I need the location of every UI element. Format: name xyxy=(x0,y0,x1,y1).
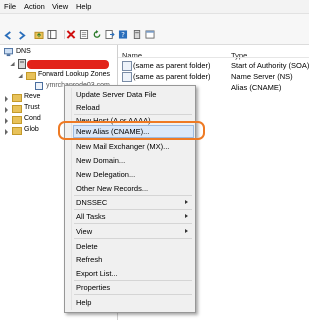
menu-item-reload[interactable]: Reload xyxy=(76,103,100,112)
menu-item-update-server-data-file[interactable]: Update Server Data File xyxy=(76,90,156,99)
submenu-arrow-icon xyxy=(185,214,188,218)
zone-icon xyxy=(35,82,43,90)
menu-bar: File Action View Help xyxy=(0,0,309,14)
menu-item-refresh[interactable]: Refresh xyxy=(76,255,102,264)
export-icon[interactable] xyxy=(105,30,115,39)
menu-item-dnssec[interactable]: DNSSEC xyxy=(76,198,107,207)
column-header-name[interactable]: Name xyxy=(122,51,142,60)
menu-item-new-domain[interactable]: New Domain... xyxy=(76,156,125,165)
column-header-type[interactable]: Type xyxy=(231,51,247,60)
record-type: Alias (CNAME) xyxy=(231,83,282,92)
show-hide-tree-icon[interactable] xyxy=(47,30,57,39)
expand-triangle-icon[interactable] xyxy=(18,73,25,81)
menu-item-export-list[interactable]: Export List... xyxy=(76,269,118,278)
context-menu: Update Server Data File Reload New Host … xyxy=(64,85,196,313)
expand-triangle-icon[interactable] xyxy=(5,96,8,102)
toolbar: ? xyxy=(0,14,309,45)
record-type: Name Server (NS) xyxy=(231,72,293,81)
new-record-icon[interactable] xyxy=(145,30,155,39)
menu-separator xyxy=(74,209,192,210)
tree-node-forward-lookup-zones[interactable]: Forward Lookup Zones xyxy=(38,71,110,78)
expand-triangle-icon[interactable] xyxy=(10,61,17,69)
tree-node-trust[interactable]: Trust xyxy=(24,104,40,111)
tree-node-reverse[interactable]: Reve xyxy=(24,93,40,100)
record-icon xyxy=(122,61,132,71)
menu-separator xyxy=(74,223,192,224)
menu-item-all-tasks[interactable]: All Tasks xyxy=(76,212,105,221)
forward-icon[interactable] xyxy=(17,31,26,40)
menu-item-new-delegation[interactable]: New Delegation... xyxy=(76,170,135,179)
folder-icon xyxy=(26,72,36,80)
folder-icon xyxy=(12,105,22,113)
folder-icon xyxy=(12,127,22,135)
record-type: Start of Authority (SOA) xyxy=(231,61,310,70)
record-name[interactable]: (same as parent folder) xyxy=(133,72,211,81)
back-icon[interactable] xyxy=(4,31,13,40)
expand-triangle-icon[interactable] xyxy=(5,107,8,113)
svg-text:?: ? xyxy=(121,30,125,39)
redacted-server-name xyxy=(27,60,109,69)
server-data-icon[interactable] xyxy=(132,30,142,39)
menu-item-properties[interactable]: Properties xyxy=(76,283,110,292)
menu-separator xyxy=(74,238,192,239)
menu-file[interactable]: File xyxy=(4,2,16,11)
menu-item-delete[interactable]: Delete xyxy=(76,242,98,251)
tree-node-dns[interactable]: DNS xyxy=(16,48,31,55)
submenu-arrow-icon xyxy=(185,229,188,233)
up-folder-icon[interactable] xyxy=(34,30,44,39)
help-icon[interactable]: ? xyxy=(118,30,128,39)
expand-triangle-icon[interactable] xyxy=(5,118,8,124)
menu-separator xyxy=(74,195,192,196)
folder-icon xyxy=(12,94,22,102)
dns-icon xyxy=(4,48,13,57)
menu-separator xyxy=(74,294,192,295)
expand-triangle-icon[interactable] xyxy=(5,129,8,135)
highlight-outline xyxy=(58,121,205,140)
tree-node-conditional[interactable]: Cond xyxy=(24,115,41,122)
delete-icon[interactable] xyxy=(66,30,76,39)
record-icon xyxy=(122,72,132,82)
server-icon xyxy=(18,59,26,69)
refresh-icon[interactable] xyxy=(92,30,102,39)
menu-separator xyxy=(74,280,192,281)
menu-item-new-mail-exchanger[interactable]: New Mail Exchanger (MX)... xyxy=(76,142,169,151)
menu-item-view[interactable]: View xyxy=(76,227,92,236)
header-divider xyxy=(118,57,309,58)
submenu-arrow-icon xyxy=(185,200,188,204)
tree-node-global[interactable]: Glob xyxy=(24,126,39,133)
menu-action[interactable]: Action xyxy=(24,2,45,11)
menu-item-other-new-records[interactable]: Other New Records... xyxy=(76,184,148,193)
properties-icon[interactable] xyxy=(79,30,89,39)
menu-item-help[interactable]: Help xyxy=(76,298,91,307)
menu-view[interactable]: View xyxy=(52,2,68,11)
menu-help[interactable]: Help xyxy=(76,2,91,11)
folder-icon xyxy=(12,116,22,124)
menu-separator xyxy=(74,114,192,115)
record-name[interactable]: (same as parent folder) xyxy=(133,61,211,70)
